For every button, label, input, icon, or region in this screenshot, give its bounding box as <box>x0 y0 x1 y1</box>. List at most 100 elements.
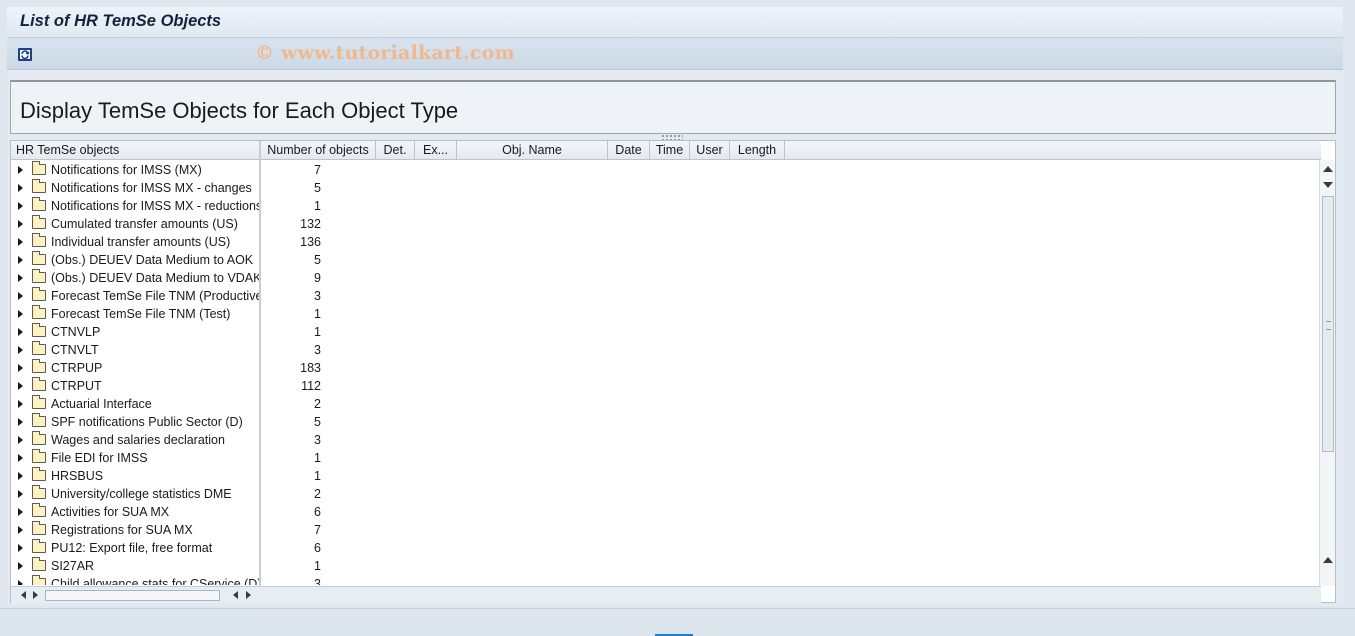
scroll-thumb[interactable] <box>1322 196 1334 452</box>
row-label: Registrations for SUA MX <box>51 523 193 537</box>
expand-arrow-icon[interactable] <box>18 364 23 372</box>
main-content: Display TemSe Objects for Each Object Ty… <box>7 70 1343 606</box>
scroll-up-icon[interactable] <box>1323 166 1333 172</box>
tree-row[interactable]: Actuarial Interface 2 <box>11 395 1321 413</box>
row-label: Activities for SUA MX <box>51 505 170 519</box>
row-label: Cumulated transfer amounts (US) <box>51 217 238 231</box>
expand-arrow-icon[interactable] <box>18 562 23 570</box>
expand-arrow-icon[interactable] <box>18 346 23 354</box>
row-count: 7 <box>314 163 321 177</box>
row-count: 1 <box>314 559 321 573</box>
tree-row[interactable]: Notifications for IMSS MX - changes 5 <box>11 179 1321 197</box>
row-count: 5 <box>314 253 321 267</box>
tree-row[interactable]: Forecast TemSe File TNM (Productive) 3 <box>11 287 1321 305</box>
row-label: (Obs.) DEUEV Data Medium to AOK <box>51 253 254 267</box>
expand-arrow-icon[interactable] <box>18 238 23 246</box>
tree-row[interactable]: HRSBUS 1 <box>11 467 1321 485</box>
scroll-up-icon[interactable] <box>1323 557 1333 563</box>
tree-row[interactable]: CTRPUT 112 <box>11 377 1321 395</box>
row-count: 183 <box>300 361 321 375</box>
folder-icon <box>32 413 46 427</box>
horizontal-scrollbar[interactable] <box>11 586 1321 603</box>
folder-icon <box>32 215 46 229</box>
row-count: 2 <box>314 397 321 411</box>
expand-arrow-icon[interactable] <box>18 220 23 228</box>
tree-row[interactable]: CTNVLT 3 <box>11 341 1321 359</box>
expand-arrow-icon[interactable] <box>18 274 23 282</box>
column-header-number-of-objects[interactable]: Number of objects <box>261 141 376 160</box>
tree-row[interactable]: SPF notifications Public Sector (D) 5 <box>11 413 1321 431</box>
row-label: University/college statistics DME <box>51 487 232 501</box>
scroll-left-icon[interactable] <box>21 591 26 599</box>
expand-arrow-icon[interactable] <box>18 184 23 192</box>
tree-row[interactable]: File EDI for IMSS 1 <box>11 449 1321 467</box>
tree-row[interactable]: Registrations for SUA MX 7 <box>11 521 1321 539</box>
expand-arrow-icon[interactable] <box>18 310 23 318</box>
tree-row[interactable]: University/college statistics DME 2 <box>11 485 1321 503</box>
column-header-length[interactable]: Length <box>730 141 785 160</box>
window-title: List of HR TemSe Objects <box>20 12 222 30</box>
expand-arrow-icon[interactable] <box>18 472 23 480</box>
expand-arrow-icon[interactable] <box>18 508 23 516</box>
scroll-left-icon[interactable] <box>233 591 238 599</box>
tree-row[interactable]: Notifications for IMSS (MX) 7 <box>11 161 1321 179</box>
tree-row[interactable]: CTRPUP 183 <box>11 359 1321 377</box>
column-header-det[interactable]: Det. <box>376 141 415 160</box>
horizontal-scroll-thumb[interactable] <box>45 590 220 601</box>
row-count: 1 <box>314 307 321 321</box>
tree-row[interactable]: SI27AR 1 <box>11 557 1321 575</box>
expand-arrow-icon[interactable] <box>18 256 23 264</box>
column-header-hr-temse-objects[interactable]: HR TemSe objects <box>11 141 261 160</box>
expand-arrow-icon[interactable] <box>18 292 23 300</box>
expand-arrow-icon[interactable] <box>18 544 23 552</box>
refresh-icon[interactable] <box>17 46 34 62</box>
expand-arrow-icon[interactable] <box>18 328 23 336</box>
row-count: 1 <box>314 451 321 465</box>
expand-arrow-icon[interactable] <box>18 490 23 498</box>
tree-row[interactable]: CTNVLP 1 <box>11 323 1321 341</box>
expand-arrow-icon[interactable] <box>18 418 23 426</box>
folder-icon <box>32 395 46 409</box>
expand-arrow-icon[interactable] <box>18 382 23 390</box>
folder-icon <box>32 179 46 193</box>
column-header-time[interactable]: Time <box>650 141 690 160</box>
folder-icon <box>32 341 46 355</box>
row-count: 5 <box>314 181 321 195</box>
status-bar <box>0 608 1355 636</box>
expand-arrow-icon[interactable] <box>18 580 23 585</box>
row-label: Wages and salaries declaration <box>51 433 225 447</box>
expand-arrow-icon[interactable] <box>18 400 23 408</box>
tree-row[interactable]: Wages and salaries declaration 3 <box>11 431 1321 449</box>
row-count: 1 <box>314 325 321 339</box>
folder-icon <box>32 539 46 553</box>
column-header-obj-name[interactable]: Obj. Name <box>457 141 608 160</box>
row-label: PU12: Export file, free format <box>51 541 213 555</box>
expand-arrow-icon[interactable] <box>18 436 23 444</box>
tree-row[interactable]: Forecast TemSe File TNM (Test) 1 <box>11 305 1321 323</box>
tree-row[interactable]: Individual transfer amounts (US) 136 <box>11 233 1321 251</box>
tree-row[interactable]: Activities for SUA MX 6 <box>11 503 1321 521</box>
expand-arrow-icon[interactable] <box>18 166 23 174</box>
expand-arrow-icon[interactable] <box>18 202 23 210</box>
scroll-right-icon[interactable] <box>33 591 38 599</box>
tree-row[interactable]: (Obs.) DEUEV Data Medium to AOK 5 <box>11 251 1321 269</box>
column-header-date[interactable]: Date <box>608 141 650 160</box>
column-header-user[interactable]: User <box>690 141 730 160</box>
tree-row[interactable]: Child allowance stats for CService (D) 3 <box>11 575 1321 585</box>
scroll-right-icon[interactable] <box>246 591 251 599</box>
row-count: 3 <box>314 343 321 357</box>
tree-row[interactable]: PU12: Export file, free format 6 <box>11 539 1321 557</box>
column-header-ex[interactable]: Ex... <box>415 141 457 160</box>
tree-row[interactable]: Notifications for IMSS MX - reductions 1 <box>11 197 1321 215</box>
row-count: 1 <box>314 199 321 213</box>
tree-row[interactable]: Cumulated transfer amounts (US) 132 <box>11 215 1321 233</box>
vertical-scrollbar[interactable] <box>1319 160 1335 586</box>
scroll-down-icon[interactable] <box>1323 182 1333 188</box>
row-count: 1 <box>314 469 321 483</box>
tree-row[interactable]: (Obs.) DEUEV Data Medium to VDAK 9 <box>11 269 1321 287</box>
expand-arrow-icon[interactable] <box>18 526 23 534</box>
page-heading: Display TemSe Objects for Each Object Ty… <box>20 98 459 123</box>
folder-icon <box>32 251 46 265</box>
expand-arrow-icon[interactable] <box>18 454 23 462</box>
row-count: 136 <box>300 235 321 249</box>
